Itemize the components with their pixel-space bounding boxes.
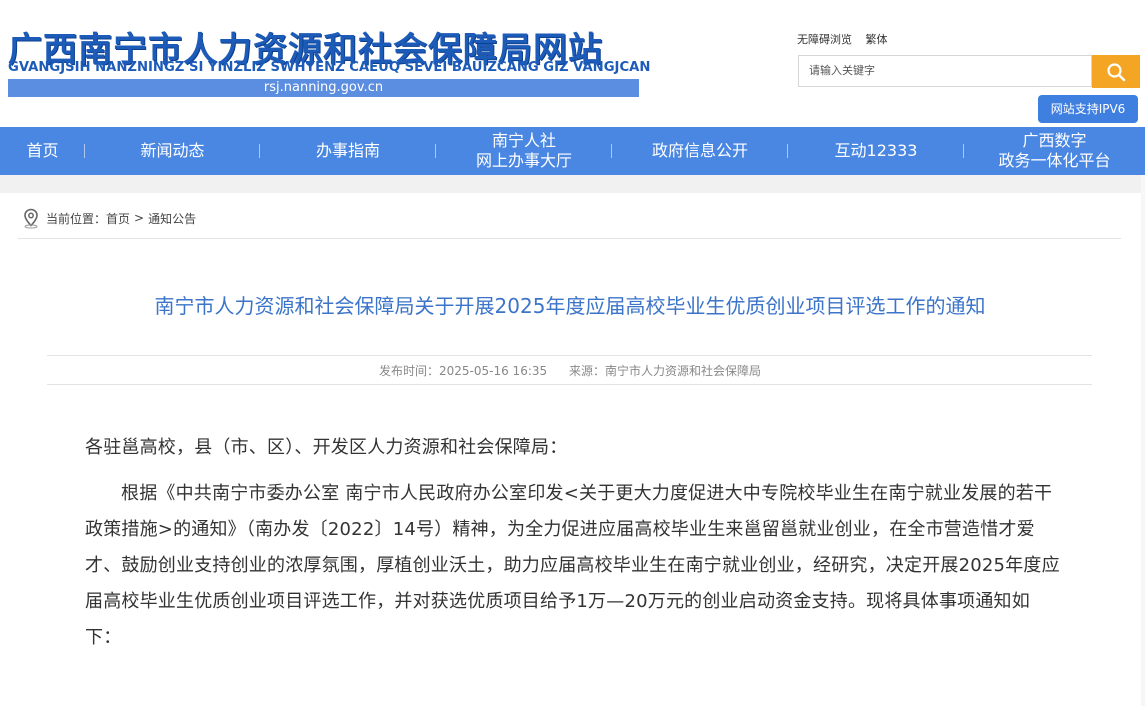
main-nav: 首页 新闻动态 办事指南 南宁人社 网上办事大厅 政府信息公开 互动12333 … <box>0 127 1145 175</box>
nav-digital-platform-line2: 政务一体化平台 <box>998 151 1111 170</box>
source-name: 南宁市人力资源和社会保障局 <box>604 364 761 378</box>
article-paragraph: 根据《中共南宁市委办公室 南宁市人民政府办公室印发<关于更大力度促进大中专院校毕… <box>85 483 1060 648</box>
search-input[interactable]: 请输入关键字 <box>798 55 1092 87</box>
article-salutation: 各驻邕高校，县（市、区）、开发区人力资源和社会保障局： <box>85 437 568 458</box>
search-button[interactable] <box>1092 55 1140 88</box>
meta-divider-bottom <box>47 384 1092 385</box>
site-header: 广西南宁市人力资源和社会保障局网站 GVANGJSIH NANZNINGZ SI… <box>0 0 1145 127</box>
nav-digital-platform[interactable]: 广西数字 政务一体化平台 <box>964 127 1145 175</box>
ipv6-button[interactable]: 网站支持IPV6 <box>1038 95 1138 123</box>
nav-digital-platform-line1: 广西数字 <box>1022 131 1087 150</box>
top-links: 无障碍浏览 繁体 <box>797 31 898 47</box>
scrollbar-track[interactable] <box>1141 175 1145 706</box>
nav-home-label: 首页 <box>26 141 59 160</box>
nav-online-hall-line2: 网上办事大厅 <box>475 151 572 170</box>
accessibility-link[interactable]: 无障碍浏览 <box>797 33 852 46</box>
nav-interaction-label: 互动12333 <box>834 141 918 160</box>
nav-service-guide-label: 办事指南 <box>315 141 380 160</box>
publish-time: 2025-05-16 16:35 <box>439 364 548 378</box>
nav-news[interactable]: 新闻动态 <box>85 127 260 175</box>
breadcrumb: 当前位置： 首页 > 通知公告 <box>20 207 196 229</box>
nav-gov-info-label: 政府信息公开 <box>651 141 748 160</box>
source-info: 来源：南宁市人力资源和社会保障局 <box>569 364 761 378</box>
nav-gov-info[interactable]: 政府信息公开 <box>612 127 788 175</box>
nav-online-hall-line1: 南宁人社 <box>491 131 556 150</box>
nav-shadow-band <box>0 175 1145 193</box>
location-pin-icon <box>24 208 38 229</box>
breadcrumb-divider <box>18 238 1121 239</box>
article-meta: 发布时间：2025-05-16 16:35 来源：南宁市人力资源和社会保障局 <box>0 362 1140 379</box>
search-icon <box>1107 62 1126 81</box>
publish-info: 发布时间：2025-05-16 16:35 <box>379 364 547 378</box>
breadcrumb-separator: > <box>134 211 145 225</box>
nav-service-guide[interactable]: 办事指南 <box>260 127 436 175</box>
article-title: 南宁市人力资源和社会保障局关于开展2025年度应届高校毕业生优质创业项目评选工作… <box>154 294 986 318</box>
site-title-roman: GVANGJSIH NANZNINGZ SI YINZLIZ SWHYENZ C… <box>8 60 651 75</box>
breadcrumb-prefix: 当前位置： <box>46 211 107 226</box>
nav-news-label: 新闻动态 <box>140 141 205 160</box>
meta-divider-top <box>47 355 1092 356</box>
publish-label: 发布时间： <box>378 364 439 378</box>
nav-interaction[interactable]: 互动12333 <box>788 127 964 175</box>
nav-online-hall[interactable]: 南宁人社 网上办事大厅 <box>436 127 612 175</box>
breadcrumb-home[interactable]: 首页 <box>106 210 130 227</box>
article-body: 各驻邕高校，县（市、区）、开发区人力资源和社会保障局： 根据《中共南宁市委办公室… <box>85 430 1060 656</box>
breadcrumb-current[interactable]: 通知公告 <box>148 210 196 227</box>
nav-home[interactable]: 首页 <box>0 127 85 175</box>
source-label: 来源： <box>568 364 605 378</box>
traditional-chinese-link[interactable]: 繁体 <box>866 33 888 46</box>
site-domain: rsj.nanning.gov.cn <box>8 79 639 97</box>
